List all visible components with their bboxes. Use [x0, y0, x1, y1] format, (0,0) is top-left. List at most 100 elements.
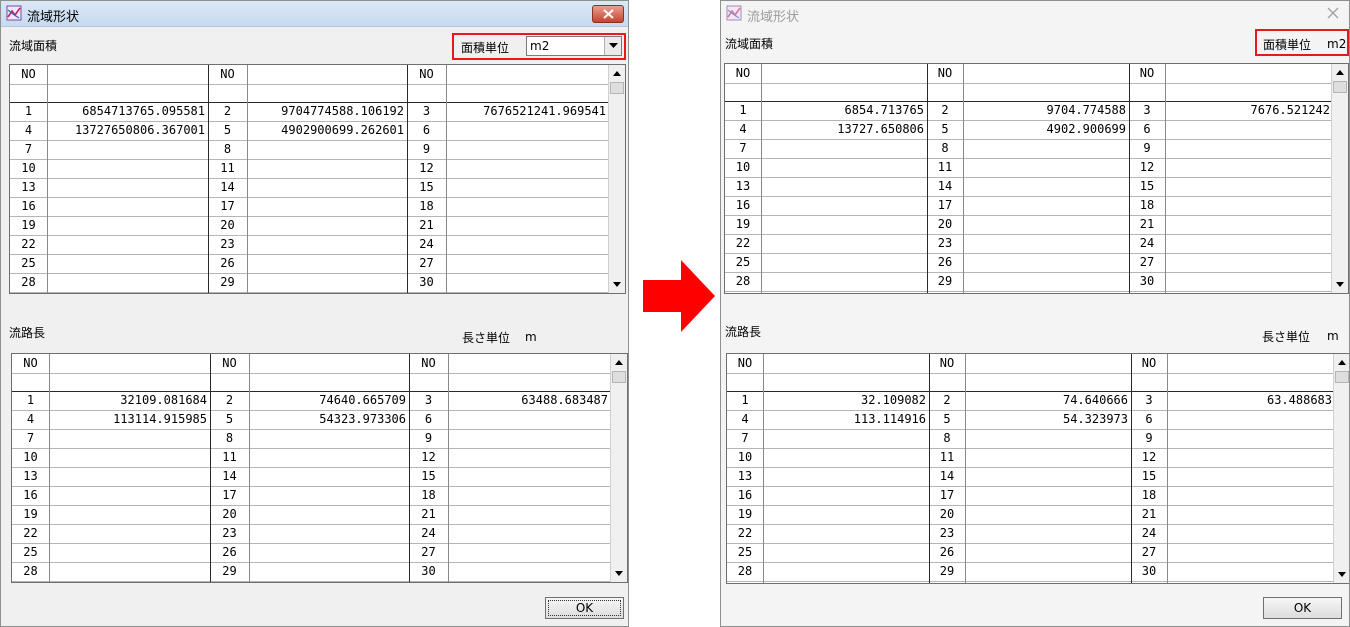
table-cell-value[interactable] — [963, 272, 1129, 291]
close-button[interactable] — [1325, 5, 1341, 21]
table-cell-value[interactable] — [249, 524, 409, 543]
table-cell-value[interactable] — [446, 235, 609, 254]
table-cell-value[interactable] — [448, 448, 611, 467]
scroll-down-button[interactable] — [1332, 276, 1348, 293]
table-cell-value[interactable] — [446, 216, 609, 235]
scroll-thumb[interactable] — [610, 82, 624, 94]
scroll-up-button[interactable] — [609, 65, 625, 82]
table-cell-value[interactable] — [247, 216, 407, 235]
length-table[interactable]: NO NO NO 1 32109.081684 2 74640.665709 3 63488.6… — [11, 353, 628, 583]
table-cell-value[interactable] — [247, 254, 407, 273]
table-cell-value[interactable] — [446, 159, 609, 178]
table-cell-value[interactable] — [448, 562, 611, 581]
scroll-down-button[interactable] — [609, 276, 625, 293]
table-cell-value[interactable]: 6854713765.095581 — [47, 102, 208, 121]
table-cell-value[interactable] — [1165, 215, 1333, 234]
table-cell-value[interactable] — [247, 159, 407, 178]
vertical-scrollbar[interactable] — [1333, 354, 1349, 583]
scroll-down-button[interactable] — [1334, 566, 1349, 583]
table-cell-value[interactable] — [761, 253, 927, 272]
table-cell-value[interactable]: 32.109082 — [763, 391, 929, 410]
table-cell-value[interactable] — [249, 486, 409, 505]
table-cell-value[interactable] — [763, 486, 929, 505]
table-cell-value[interactable]: 63488.683487 — [448, 391, 611, 410]
length-table[interactable]: NO NO NO 1 32.109082 2 74.640666 3 63.488683 4 113… — [726, 353, 1349, 584]
table-cell-value[interactable] — [963, 139, 1129, 158]
table-cell-value[interactable]: 4902.900699 — [963, 120, 1129, 139]
table-cell-value[interactable]: 13727650806.367001 — [47, 121, 208, 140]
table-cell-value[interactable] — [963, 177, 1129, 196]
scroll-up-button[interactable] — [1332, 64, 1348, 81]
table-cell-value[interactable] — [1167, 429, 1335, 448]
area-unit-select[interactable]: m2 — [526, 36, 622, 56]
table-cell-value[interactable] — [47, 197, 208, 216]
table-cell-value[interactable] — [965, 448, 1131, 467]
table-cell-value[interactable] — [761, 234, 927, 253]
table-cell-value[interactable] — [49, 524, 210, 543]
table-cell-value[interactable] — [763, 429, 929, 448]
table-cell-value[interactable] — [1167, 410, 1335, 429]
table-cell-value[interactable] — [47, 159, 208, 178]
table-cell-value[interactable] — [965, 543, 1131, 562]
table-cell-value[interactable] — [446, 140, 609, 159]
table-cell-value[interactable] — [448, 429, 611, 448]
table-cell-value[interactable] — [1165, 158, 1333, 177]
table-cell-value[interactable] — [963, 234, 1129, 253]
table-cell-value[interactable] — [761, 139, 927, 158]
table-cell-value[interactable] — [47, 216, 208, 235]
table-cell-value[interactable] — [448, 486, 611, 505]
table-cell-value[interactable] — [1167, 505, 1335, 524]
table-cell-value[interactable]: 32109.081684 — [49, 391, 210, 410]
table-cell-value[interactable] — [249, 448, 409, 467]
close-button[interactable] — [592, 5, 624, 23]
scroll-thumb[interactable] — [612, 371, 626, 383]
table-cell-value[interactable] — [448, 543, 611, 562]
table-cell-value[interactable] — [763, 543, 929, 562]
table-cell-value[interactable]: 74.640666 — [965, 391, 1131, 410]
table-cell-value[interactable] — [963, 196, 1129, 215]
table-cell-value[interactable] — [47, 140, 208, 159]
table-cell-value[interactable] — [965, 524, 1131, 543]
scroll-thumb[interactable] — [1333, 81, 1347, 93]
table-cell-value[interactable] — [763, 562, 929, 581]
table-cell-value[interactable] — [247, 273, 407, 292]
area-table[interactable]: NO NO NO 1 6854.713765 2 9704.774588 3 7676.5212… — [724, 63, 1349, 294]
table-cell-value[interactable]: 7676.521242 — [1165, 101, 1333, 120]
table-cell-value[interactable] — [247, 197, 407, 216]
table-cell-value[interactable] — [963, 253, 1129, 272]
table-cell-value[interactable] — [448, 505, 611, 524]
table-cell-value[interactable] — [1167, 486, 1335, 505]
table-cell-value[interactable]: 63.488683 — [1167, 391, 1335, 410]
table-cell-value[interactable] — [763, 467, 929, 486]
table-cell-value[interactable] — [49, 467, 210, 486]
table-cell-value[interactable] — [1165, 234, 1333, 253]
scroll-thumb[interactable] — [1335, 371, 1349, 383]
table-cell-value[interactable]: 9704.774588 — [963, 101, 1129, 120]
table-cell-value[interactable] — [249, 467, 409, 486]
table-cell-value[interactable] — [448, 410, 611, 429]
table-cell-value[interactable] — [247, 178, 407, 197]
table-cell-value[interactable] — [1165, 253, 1333, 272]
table-cell-value[interactable] — [249, 543, 409, 562]
table-cell-value[interactable] — [49, 486, 210, 505]
table-cell-value[interactable] — [448, 524, 611, 543]
table-cell-value[interactable] — [963, 158, 1129, 177]
table-cell-value[interactable] — [1165, 177, 1333, 196]
area-table[interactable]: NO NO NO 1 6854713765.095581 2 9704774588.1061… — [9, 64, 626, 294]
table-cell-value[interactable] — [49, 505, 210, 524]
table-cell-value[interactable] — [249, 505, 409, 524]
table-cell-value[interactable] — [49, 543, 210, 562]
table-cell-value[interactable]: 6854.713765 — [761, 101, 927, 120]
table-cell-value[interactable] — [963, 215, 1129, 234]
table-cell-value[interactable] — [965, 429, 1131, 448]
vertical-scrollbar[interactable] — [608, 65, 625, 293]
table-cell-value[interactable] — [47, 254, 208, 273]
table-cell-value[interactable] — [1165, 196, 1333, 215]
table-cell-value[interactable] — [448, 467, 611, 486]
table-cell-value[interactable]: 54.323973 — [965, 410, 1131, 429]
table-cell-value[interactable] — [446, 273, 609, 292]
table-cell-value[interactable] — [446, 121, 609, 140]
ok-button[interactable]: OK — [545, 597, 624, 619]
table-cell-value[interactable] — [1165, 139, 1333, 158]
table-cell-value[interactable] — [1165, 272, 1333, 291]
